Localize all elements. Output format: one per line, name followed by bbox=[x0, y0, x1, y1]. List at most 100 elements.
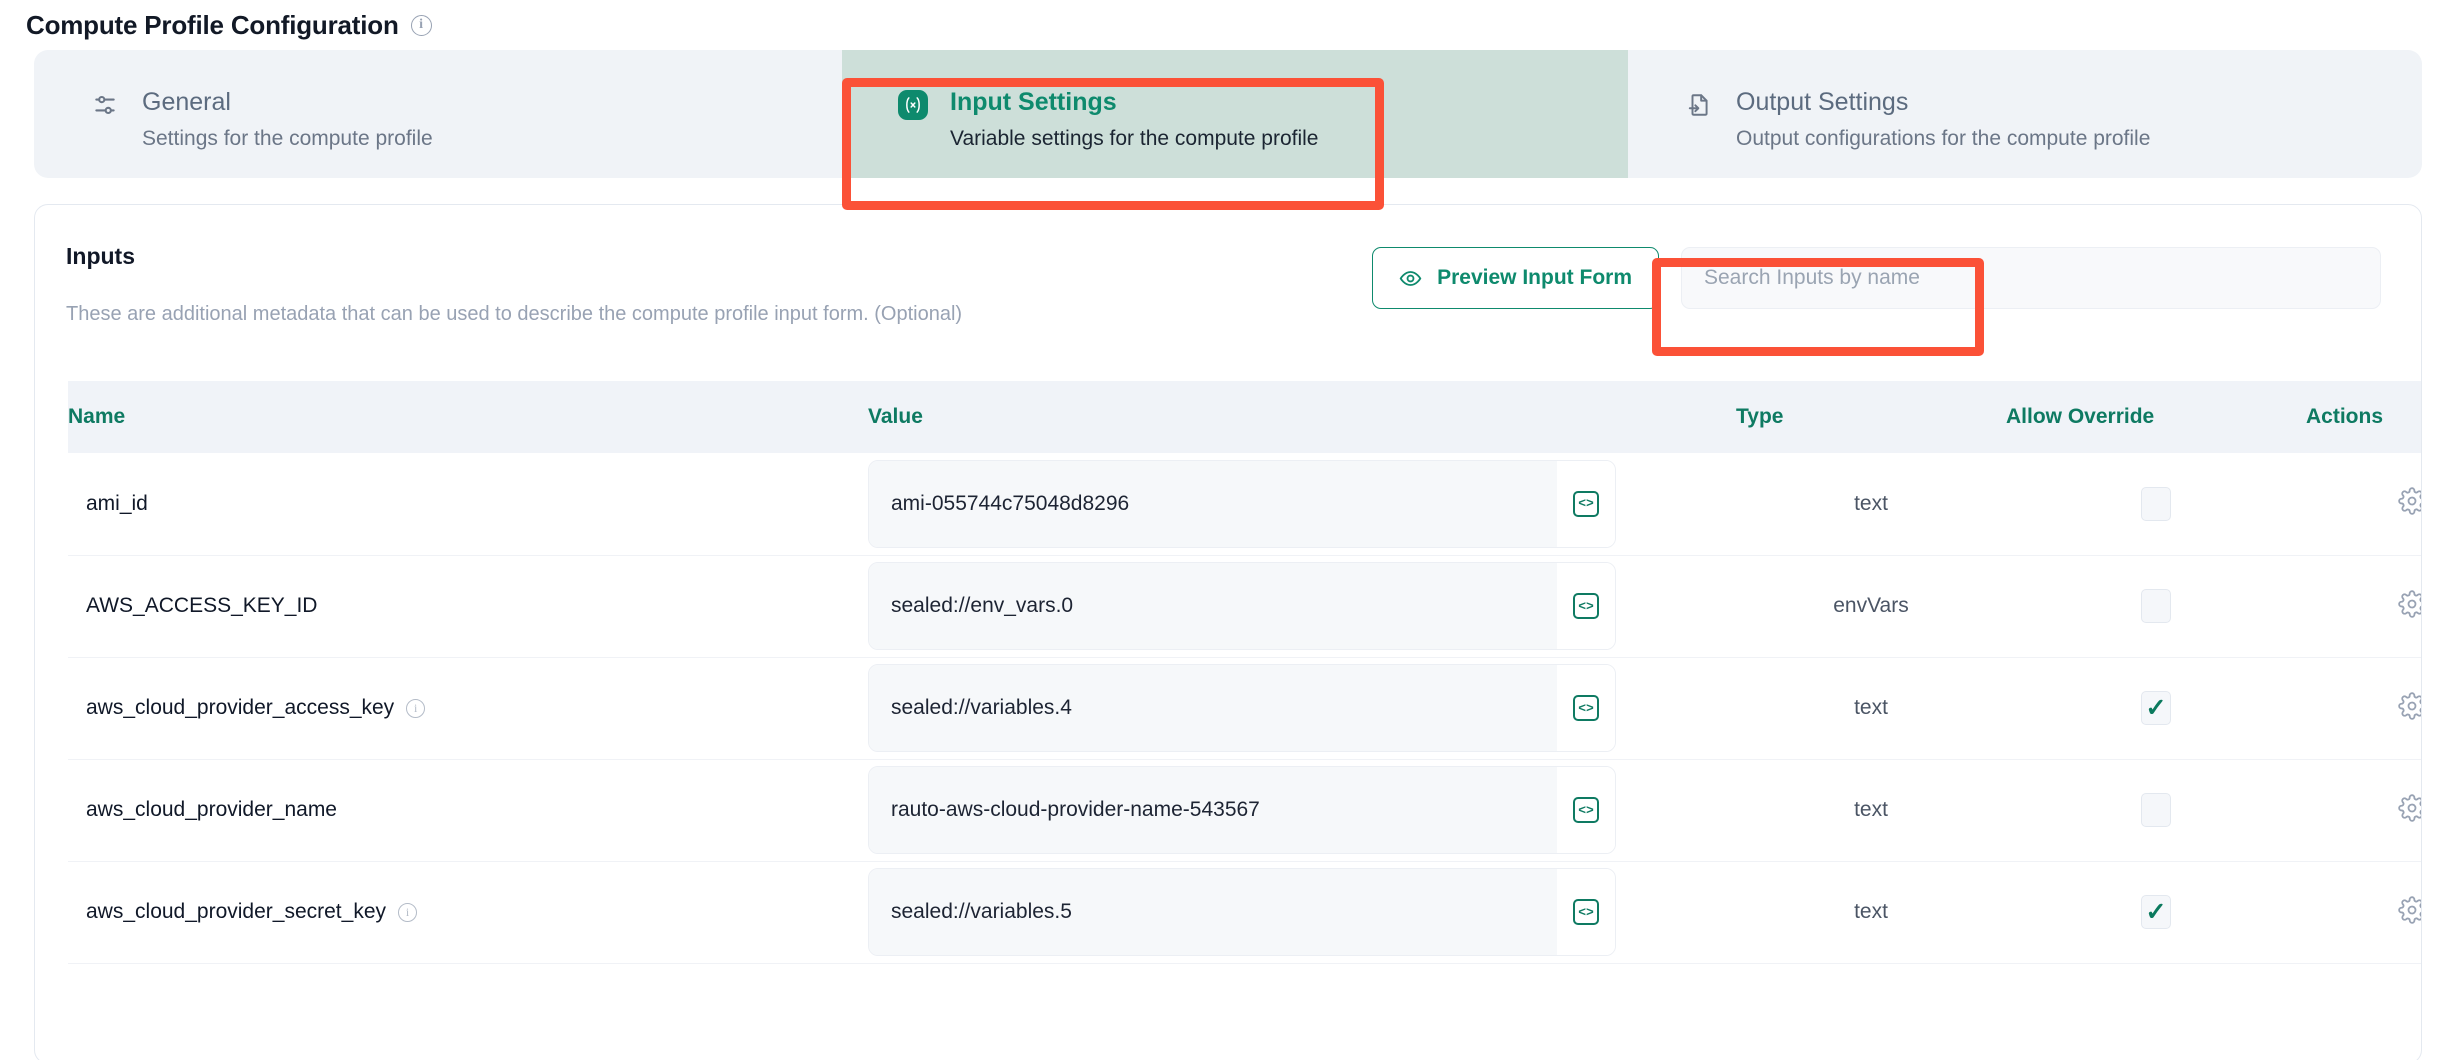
input-name-label: aws_cloud_provider_name bbox=[86, 798, 337, 821]
preview-input-form-button[interactable]: Preview Input Form bbox=[1372, 247, 1659, 309]
cell-actions bbox=[2306, 861, 2421, 963]
info-circle-icon[interactable]: i bbox=[406, 698, 426, 718]
inputs-section-title: Inputs bbox=[66, 243, 135, 269]
gear-icon[interactable] bbox=[2398, 793, 2421, 827]
tab-output-settings[interactable]: Output Settings Output configurations fo… bbox=[1628, 50, 2418, 178]
input-name-label: aws_cloud_provider_secret_key bbox=[86, 900, 386, 923]
column-header-name[interactable]: Name bbox=[68, 381, 868, 453]
value-field[interactable]: ami-055744c75048d8296 <> bbox=[868, 459, 1616, 548]
cell-type: text bbox=[1854, 696, 1888, 719]
value-field[interactable]: sealed://env_vars.0 <> bbox=[868, 562, 1616, 650]
input-name-label: AWS_ACCESS_KEY_ID bbox=[86, 594, 318, 617]
code-brackets-icon-button[interactable]: <> bbox=[1557, 665, 1615, 751]
cell-type: text bbox=[1854, 900, 1888, 923]
value-text[interactable]: ami-055744c75048d8296 bbox=[869, 460, 1557, 547]
code-brackets-icon: <> bbox=[1573, 899, 1599, 925]
code-brackets-icon: <> bbox=[1573, 593, 1599, 619]
code-brackets-icon: <> bbox=[1573, 490, 1599, 517]
table-row: ami_id ami-055744c75048d8296 <> text bbox=[68, 453, 2421, 555]
value-field[interactable]: sealed://variables.5 <> bbox=[868, 868, 1616, 956]
info-circle-icon[interactable]: i bbox=[398, 902, 417, 922]
input-name-label: ami_id bbox=[86, 491, 148, 515]
cell-actions bbox=[2306, 453, 2421, 555]
eye-icon bbox=[1399, 267, 1422, 290]
value-text[interactable]: sealed://variables.4 bbox=[869, 665, 1557, 751]
value-field[interactable]: sealed://variables.4 <> bbox=[868, 664, 1616, 752]
inputs-card-container: Inputs These are additional metadata tha… bbox=[0, 178, 2458, 1060]
cell-allow-override bbox=[2006, 759, 2306, 861]
cell-name: AWS_ACCESS_KEY_ID bbox=[68, 555, 868, 657]
cell-type: text bbox=[1854, 491, 1888, 515]
table-header-row: Name Value Type Allow Override Actions bbox=[68, 381, 2421, 453]
input-name-label: aws_cloud_provider_access_key bbox=[86, 696, 395, 719]
inputs-table-head: Name Value Type Allow Override Actions bbox=[68, 381, 2421, 453]
page-title: Compute Profile Configuration bbox=[26, 9, 399, 40]
value-text[interactable]: sealed://variables.5 bbox=[869, 869, 1557, 955]
inputs-card: Inputs These are additional metadata tha… bbox=[34, 204, 2422, 1060]
value-text[interactable]: sealed://env_vars.0 bbox=[869, 563, 1557, 649]
cell-value: sealed://env_vars.0 <> bbox=[868, 555, 1736, 657]
inputs-table-body: ami_id ami-055744c75048d8296 <> text AWS_ACC… bbox=[68, 453, 2421, 963]
tab-output-settings-label: Output Settings bbox=[1736, 88, 1909, 116]
table-row: aws_cloud_provider_secret_key i sealed://v… bbox=[68, 861, 2421, 963]
cell-actions bbox=[2306, 759, 2421, 861]
code-brackets-icon-button[interactable]: <> bbox=[1557, 869, 1615, 955]
check-icon: ✓ bbox=[2145, 693, 2167, 722]
file-export-icon bbox=[1684, 90, 1714, 120]
cell-allow-override bbox=[2006, 453, 2306, 555]
table-row: aws_cloud_provider_name rauto-aws-cloud-p… bbox=[68, 759, 2421, 861]
tab-input-settings-description: Variable settings for the compute profil… bbox=[950, 126, 1319, 150]
allow-override-checkbox[interactable] bbox=[2141, 486, 2171, 521]
cell-actions bbox=[2306, 555, 2421, 657]
cell-value: rauto-aws-cloud-provider-name-543567 <> bbox=[868, 759, 1736, 861]
cell-value: sealed://variables.4 <> bbox=[868, 657, 1736, 759]
column-header-type[interactable]: Type bbox=[1736, 381, 2006, 453]
table-row: aws_cloud_provider_access_key i sealed://v… bbox=[68, 657, 2421, 759]
inputs-section-description: These are additional metadata that can b… bbox=[66, 303, 963, 325]
value-text[interactable]: rauto-aws-cloud-provider-name-543567 bbox=[869, 767, 1557, 853]
inputs-card-header: Inputs These are additional metadata tha… bbox=[35, 205, 2421, 326]
cell-value: ami-055744c75048d8296 <> bbox=[868, 453, 1736, 555]
tab-general[interactable]: General Settings for the compute profile bbox=[34, 50, 842, 178]
column-header-allow-override[interactable]: Allow Override bbox=[2006, 381, 2306, 453]
check-icon: ✓ bbox=[2145, 897, 2167, 926]
table-row: AWS_ACCESS_KEY_ID sealed://env_vars.0 <> en… bbox=[68, 555, 2421, 657]
tabstrip: General Settings for the compute profile… bbox=[34, 50, 2422, 178]
cell-name: ami_id bbox=[68, 453, 868, 555]
gear-icon[interactable] bbox=[2398, 895, 2421, 929]
cell-name: aws_cloud_provider_name bbox=[68, 759, 868, 861]
info-circle-icon[interactable]: i bbox=[410, 14, 432, 36]
tab-output-settings-description: Output configurations for the compute pr… bbox=[1736, 126, 2151, 150]
gear-icon[interactable] bbox=[2398, 487, 2421, 520]
cell-actions bbox=[2306, 657, 2421, 759]
gear-icon[interactable] bbox=[2398, 589, 2421, 623]
column-header-value[interactable]: Value bbox=[868, 381, 1736, 453]
allow-override-checkbox[interactable]: ✓ bbox=[2141, 895, 2171, 929]
cell-name: aws_cloud_provider_access_key i bbox=[68, 657, 868, 759]
code-brackets-icon-button[interactable]: <> bbox=[1557, 563, 1615, 649]
variable-icon bbox=[898, 90, 928, 120]
tab-input-settings-label: Input Settings bbox=[950, 88, 1117, 116]
search-inputs-input[interactable] bbox=[1681, 247, 2381, 309]
code-brackets-icon-button[interactable]: <> bbox=[1557, 460, 1615, 547]
tab-input-settings[interactable]: Input Settings Variable settings for the… bbox=[842, 50, 1628, 178]
allow-override-checkbox[interactable] bbox=[2141, 793, 2171, 827]
allow-override-checkbox[interactable]: ✓ bbox=[2141, 691, 2171, 725]
code-brackets-icon: <> bbox=[1573, 695, 1599, 721]
page-header: Compute Profile Configuration i bbox=[0, 0, 2458, 50]
cell-type: envVars bbox=[1833, 594, 1909, 617]
allow-override-checkbox[interactable] bbox=[2141, 589, 2171, 623]
code-brackets-icon: <> bbox=[1573, 797, 1599, 823]
preview-input-form-label: Preview Input Form bbox=[1437, 266, 1632, 289]
cell-value: sealed://variables.5 <> bbox=[868, 861, 1736, 963]
inputs-table: Name Value Type Allow Override Actions a… bbox=[68, 381, 2421, 964]
column-header-actions: Actions bbox=[2306, 381, 2421, 453]
tabstrip-container: General Settings for the compute profile… bbox=[0, 50, 2458, 178]
value-field[interactable]: rauto-aws-cloud-provider-name-543567 <> bbox=[868, 766, 1616, 854]
gear-icon[interactable] bbox=[2398, 691, 2421, 725]
cell-name: aws_cloud_provider_secret_key i bbox=[68, 861, 868, 963]
cell-allow-override bbox=[2006, 555, 2306, 657]
tab-general-description: Settings for the compute profile bbox=[142, 126, 433, 150]
code-brackets-icon-button[interactable]: <> bbox=[1557, 767, 1615, 853]
tab-general-label: General bbox=[142, 88, 231, 116]
